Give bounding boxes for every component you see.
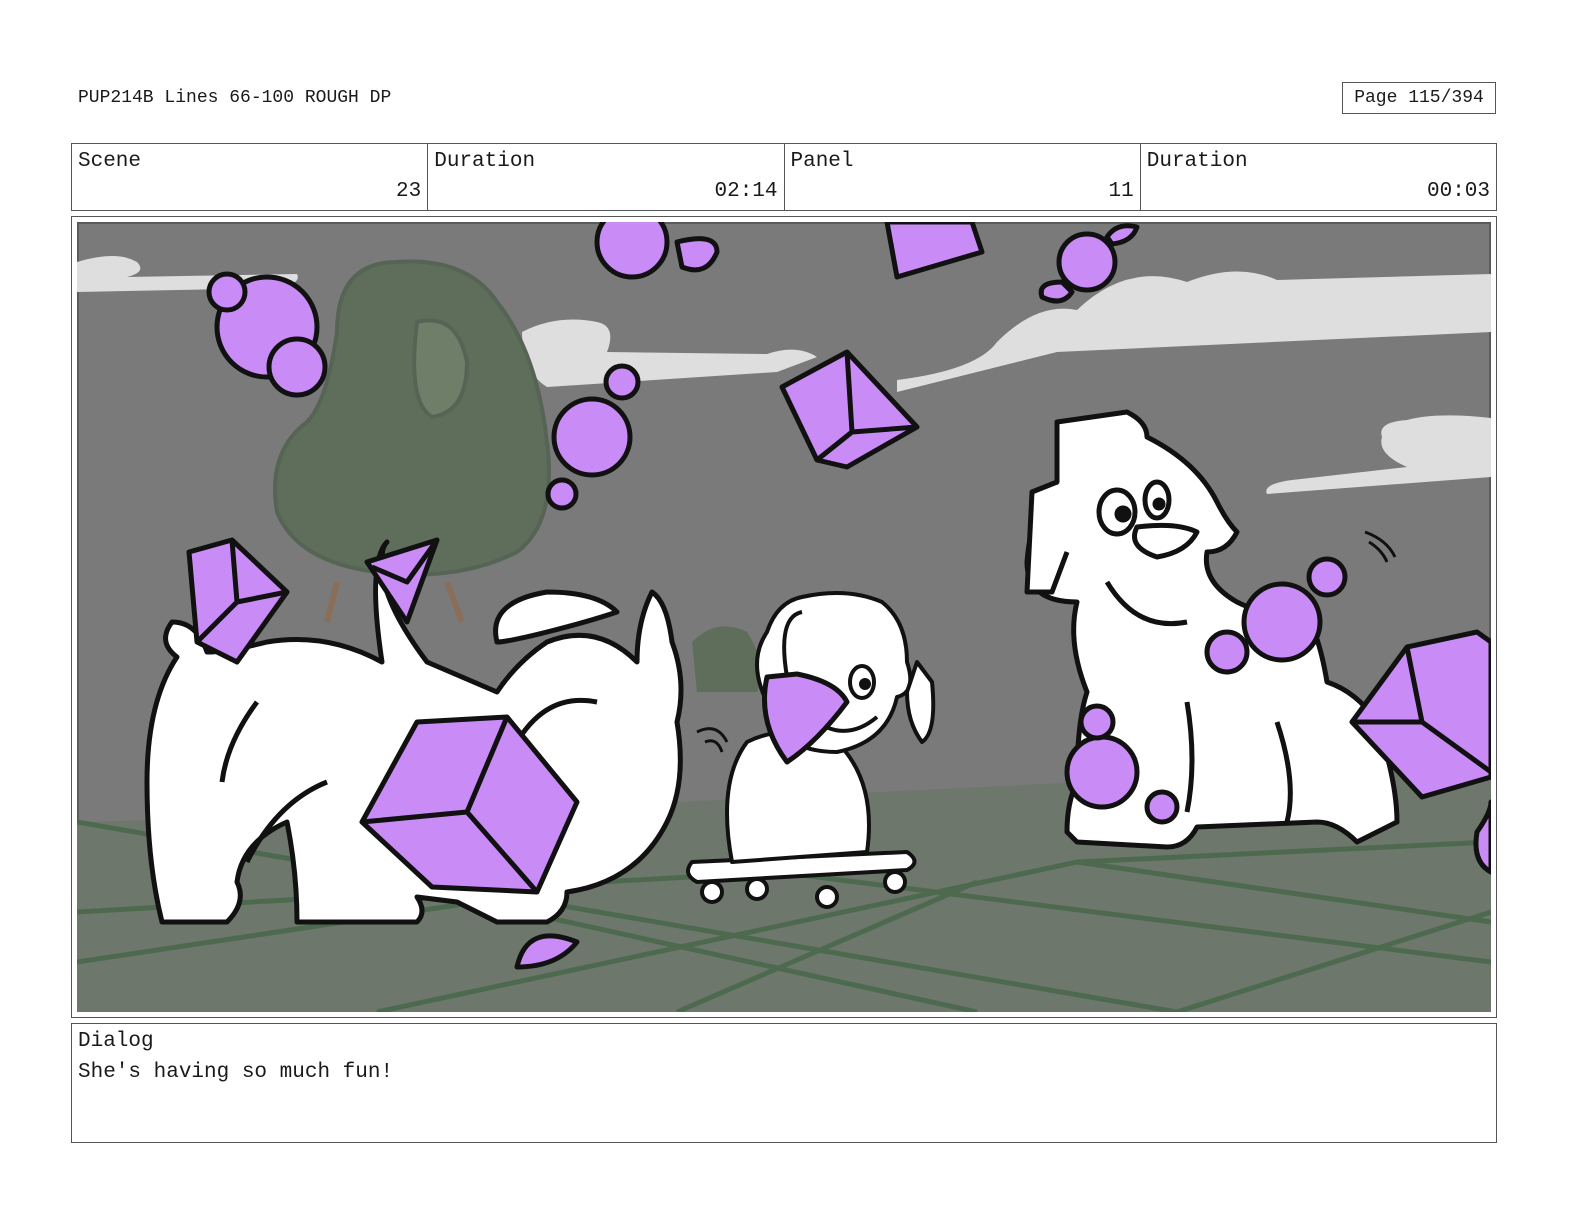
candy-top-middle (594, 222, 670, 280)
panel-duration-cell: Duration 00:03 (1141, 144, 1496, 210)
dialog-label: Dialog (78, 1030, 154, 1053)
dialog-box: Dialog She's having so much fun! (71, 1023, 1497, 1143)
panel-duration-value: 00:03 (1426, 180, 1490, 203)
panel-duration-label: Duration (1146, 150, 1248, 173)
page-number: Page 115/394 (1342, 82, 1496, 114)
info-table: Scene 23 Duration 02:14 Panel 11 Duratio… (71, 143, 1497, 211)
storyboard-panel (71, 216, 1497, 1018)
scene-duration-label: Duration (434, 150, 536, 173)
panel-label: Panel (790, 150, 854, 173)
dialog-text: She's having so much fun! (78, 1061, 394, 1084)
panel-illustration (77, 222, 1491, 1012)
scene-duration-cell: Duration 02:14 (428, 144, 785, 210)
scene-label: Scene (78, 150, 142, 173)
candy-right-paw (1064, 734, 1140, 810)
panel-cell: Panel 11 (785, 144, 1141, 210)
scene-cell: Scene 23 (72, 144, 429, 210)
document-title: PUP214B Lines 66-100 ROUGH DP (78, 88, 392, 108)
scene-value: 23 (396, 180, 422, 203)
panel-value: 11 (1108, 180, 1134, 203)
candy-right-pup (1241, 581, 1323, 663)
candy-mid-left (551, 396, 633, 478)
scene-duration-value: 02:14 (714, 180, 778, 203)
candy-top-right (1056, 231, 1118, 293)
